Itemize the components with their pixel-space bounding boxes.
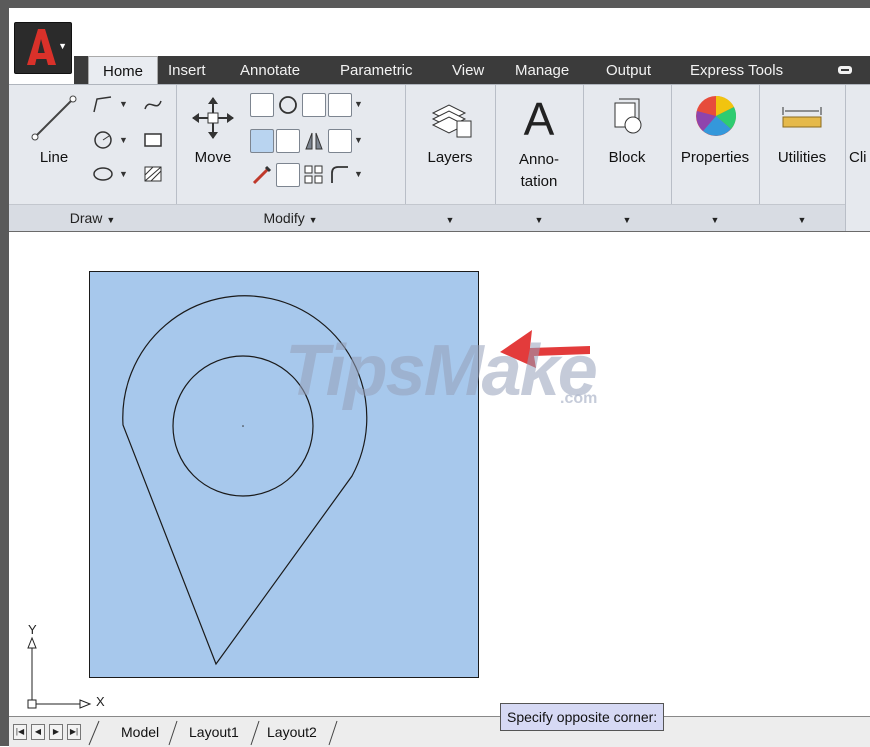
previous-layout-icon[interactable]: ◀ bbox=[31, 724, 45, 740]
layout-tab-bar: |◀ ◀ ▶ ▶| Model Layout1 Layout2 bbox=[9, 716, 870, 747]
dynamic-input-tooltip: Specify opposite corner: bbox=[500, 703, 665, 731]
tab-model[interactable]: Model bbox=[121, 721, 159, 743]
window-left-border bbox=[0, 0, 9, 746]
ucs-x-label: X bbox=[96, 694, 105, 709]
next-layout-icon[interactable]: ▶ bbox=[49, 724, 63, 740]
tab-layout2[interactable]: Layout2 bbox=[267, 721, 317, 743]
last-layout-icon[interactable]: ▶| bbox=[67, 724, 81, 740]
first-layout-icon[interactable]: |◀ bbox=[13, 724, 27, 740]
watermark-suffix: .com bbox=[560, 390, 598, 407]
ucs-y-label: Y bbox=[28, 622, 37, 637]
tab-layout1[interactable]: Layout1 bbox=[189, 721, 239, 743]
watermark-text: TipsMake bbox=[285, 331, 598, 411]
